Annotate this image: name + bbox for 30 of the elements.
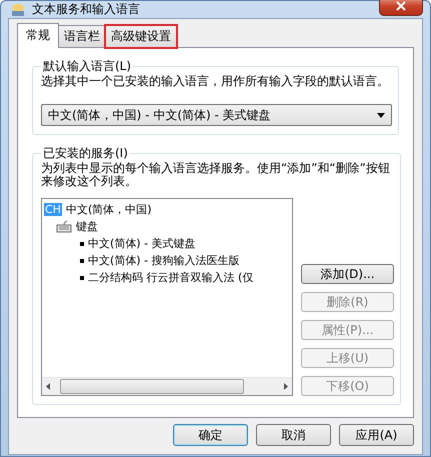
bullet-icon bbox=[80, 242, 84, 246]
tree-item[interactable]: 中文(简体，中国) bbox=[66, 202, 152, 217]
tree-item[interactable]: 键盘 bbox=[76, 219, 98, 234]
dialog-button[interactable]: 取消 bbox=[256, 424, 331, 446]
window-icon bbox=[10, 2, 26, 18]
description-text: 选择其中一个已安装的输入语言，用作所有输入字段的默认语言。 bbox=[41, 75, 390, 88]
tab[interactable]: 常规 bbox=[17, 23, 59, 48]
tab[interactable]: 语言栏 bbox=[58, 25, 106, 48]
tree-item[interactable]: 二分结构码 行云拼音双输入法 (仅 bbox=[88, 270, 254, 285]
group-title: 默认输入语言(L) bbox=[42, 58, 132, 75]
language-badge: CH bbox=[44, 203, 62, 216]
scroll-left-icon[interactable] bbox=[46, 383, 50, 390]
description-text: 为列表中显示的每个输入语言选择服务。使用“添加”和“删除”按钮来修改这个列表。 bbox=[41, 162, 391, 188]
close-button[interactable] bbox=[379, 0, 423, 16]
tab[interactable]: 高级键设置 bbox=[105, 25, 177, 48]
action-button[interactable]: 添加(D)... bbox=[301, 264, 394, 284]
dialog-button[interactable]: 应用(A) bbox=[339, 424, 414, 446]
bullet-icon bbox=[80, 258, 84, 262]
language-dropdown[interactable]: 中文(简体，中国) - 中文(简体) - 美式键盘 bbox=[41, 104, 392, 126]
close-icon bbox=[396, 0, 406, 10]
dropdown-arrow-icon bbox=[377, 112, 385, 118]
window-title: 文本服务和输入语言 bbox=[32, 1, 141, 18]
keyboard-icon bbox=[56, 220, 72, 233]
group-title: 已安装的服务(I) bbox=[42, 145, 129, 162]
horizontal-scrollbar[interactable] bbox=[42, 377, 292, 395]
scroll-right-icon[interactable] bbox=[284, 383, 288, 390]
dialog-button[interactable]: 确定 bbox=[173, 424, 248, 446]
tree-item[interactable]: 中文(简体) - 美式键盘 bbox=[88, 236, 196, 251]
bullet-icon bbox=[80, 276, 84, 280]
tree-item[interactable]: 中文(简体) - 搜狗输入法医生版 bbox=[88, 253, 240, 268]
